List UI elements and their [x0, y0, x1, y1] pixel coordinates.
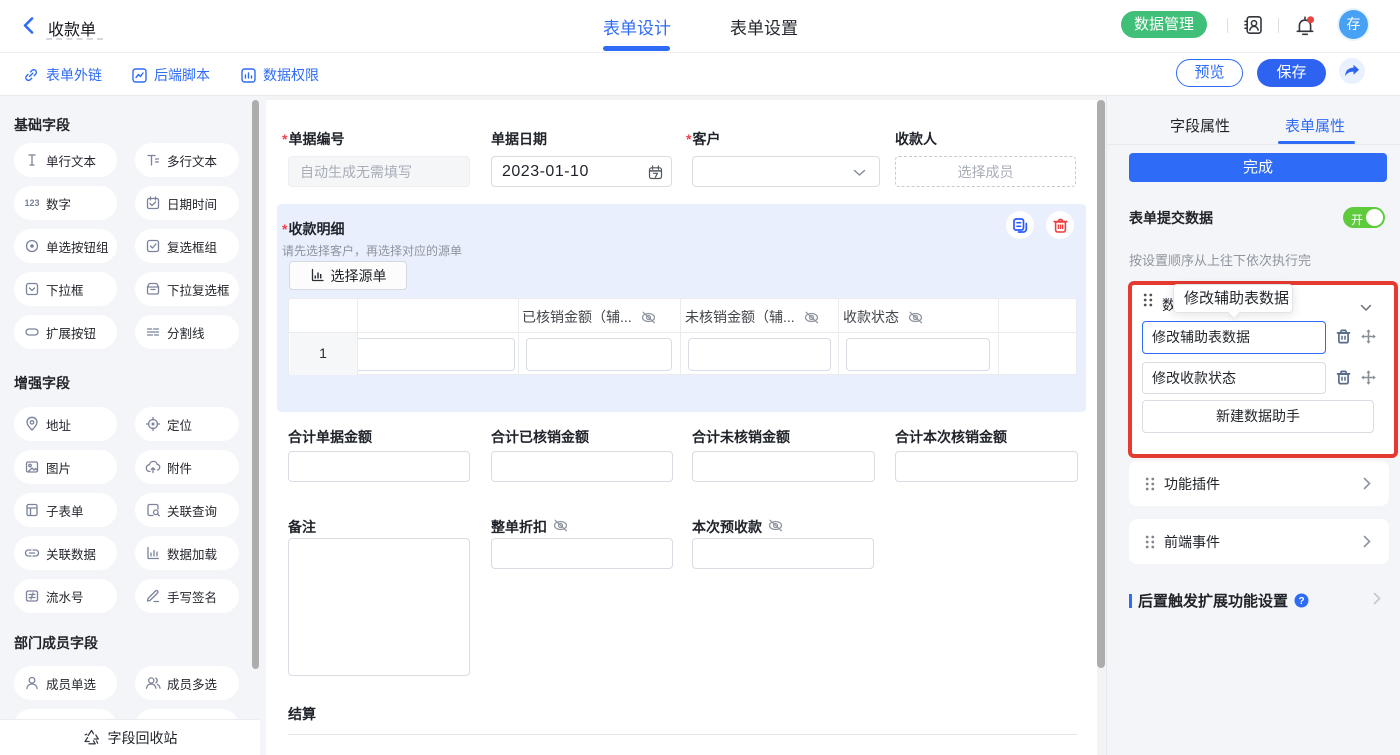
svg-text:?: ?	[1298, 596, 1304, 607]
svg-text:123: 123	[24, 198, 39, 208]
